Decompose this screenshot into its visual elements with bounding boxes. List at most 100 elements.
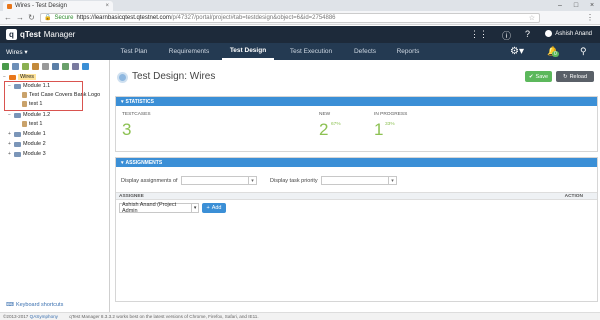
folder-icon: [14, 141, 21, 147]
minimize-icon[interactable]: –: [552, 0, 568, 11]
tab-title: Wires - Test Design: [15, 3, 67, 9]
back-icon[interactable]: ←: [4, 13, 12, 22]
tab-close-icon[interactable]: ×: [105, 3, 109, 9]
search-icon[interactable]: ⚲: [580, 46, 587, 57]
add-assignee-button[interactable]: + Add: [202, 203, 226, 213]
tab-test-execution[interactable]: Test Execution: [280, 43, 342, 60]
collapse-icon[interactable]: −: [2, 74, 7, 80]
gear-icon[interactable]: ⚙▾: [510, 46, 524, 57]
lock-icon: 🔒: [44, 15, 52, 21]
folder-icon: [14, 131, 21, 137]
forward-icon[interactable]: →: [16, 13, 24, 22]
testcase-icon: [22, 121, 27, 127]
refresh-icon[interactable]: ↻: [28, 13, 35, 22]
col-assignee: ASSIGNEE: [119, 194, 144, 199]
paste-icon[interactable]: [62, 63, 69, 70]
statistics-header[interactable]: ▾ STATISTICS: [116, 97, 597, 106]
tab-reports[interactable]: Reports: [386, 43, 430, 60]
user-menu[interactable]: Ashish Anand: [545, 30, 592, 37]
notification-count: 0: [552, 51, 559, 57]
tree-root[interactable]: − Wires: [2, 74, 37, 80]
collapse-chevron-icon: ▾: [121, 98, 124, 105]
apps-grid-icon[interactable]: ⋮⋮: [470, 29, 488, 42]
user-name: Ashish Anand: [555, 30, 592, 37]
tree-root-label: Wires: [18, 74, 37, 80]
app-product: Manager: [43, 30, 76, 39]
tab-test-design[interactable]: Test Design: [222, 43, 274, 60]
tree-item-testcase[interactable]: test 1: [22, 121, 42, 127]
test-design-icon: [117, 72, 128, 83]
reload-button[interactable]: ↻ Reload: [556, 71, 594, 82]
copyright: ©2013-2017: [3, 314, 29, 319]
inprogress-count: 1: [374, 120, 384, 139]
tab-requirements[interactable]: Requirements: [160, 43, 218, 60]
display-task-priority-label: Display task priority: [270, 178, 318, 184]
edit-icon[interactable]: [32, 63, 39, 70]
window-close-icon[interactable]: ×: [584, 0, 600, 11]
reload-icon: ↻: [562, 73, 568, 80]
assignments-title: ASSIGNMENTS: [125, 159, 163, 166]
collapse-chevron-icon: ▾: [121, 159, 124, 166]
tree-item-module[interactable]: + Module 2: [7, 141, 46, 147]
project-icon: [9, 74, 16, 80]
new-percent: 67%: [331, 122, 341, 127]
filter-icon[interactable]: [22, 63, 29, 70]
tree-item-label: test 1: [29, 121, 43, 127]
col-action: ACTION: [564, 194, 583, 199]
tree-item-label: Module 3: [23, 151, 46, 157]
display-assignments-label: Display assignments of: [121, 178, 178, 184]
tree-item-module[interactable]: + Module 3: [7, 151, 46, 157]
save-label: Save: [535, 73, 549, 80]
header-icons: ⋮⋮ ⓘ ?: [470, 29, 530, 42]
tab-test-plan[interactable]: Test Plan: [112, 43, 156, 60]
keyboard-shortcuts-link[interactable]: ⌨ Keyboard shortcuts: [6, 302, 63, 308]
statistics-title: STATISTICS: [125, 98, 154, 105]
tree-item-module[interactable]: + Module 1: [7, 131, 46, 137]
info-icon[interactable]: ⓘ: [502, 29, 511, 42]
save-icon: ✔: [528, 73, 534, 80]
chevron-down-icon: ▾: [388, 176, 396, 185]
maximize-icon[interactable]: □: [568, 0, 584, 11]
tree-item-module[interactable]: − Module 1.2: [7, 112, 50, 118]
assignments-panel: ▾ ASSIGNMENTS Display assignments of ▾ D…: [115, 157, 598, 302]
save-button[interactable]: ✔ Save: [525, 71, 552, 82]
secure-label: Secure: [54, 14, 74, 21]
company-link[interactable]: QASymphony: [30, 314, 58, 319]
help-icon[interactable]: ?: [525, 29, 530, 42]
browser-notice: qTest Manager 8.3.3.2 works best on the …: [69, 314, 259, 319]
expand-icon[interactable]: +: [7, 141, 12, 147]
inprogress-label: IN PROGRESS: [374, 112, 408, 117]
display-assignments-select[interactable]: ▾: [181, 176, 257, 185]
footer: ©2013-2017 QASymphony qTest Manager 8.3.…: [0, 312, 600, 320]
expand-icon[interactable]: +: [7, 151, 12, 157]
refresh-tree-icon[interactable]: [82, 63, 89, 70]
new-label: NEW: [319, 112, 331, 117]
avatar: [545, 30, 553, 37]
assignee-select[interactable]: Ashish Anand (Project Admin ▾: [119, 202, 199, 214]
chevron-down-icon: ▾: [191, 204, 198, 212]
new-module-icon[interactable]: [2, 63, 9, 70]
browser-menu-icon[interactable]: ⋮: [586, 13, 594, 22]
url-domain: https://learnbasicqtest.qtestnet.com: [76, 14, 171, 21]
assignments-header[interactable]: ▾ ASSIGNMENTS: [116, 158, 597, 167]
address-bar[interactable]: 🔒 Secure https://learnbasicqtest.qtestne…: [40, 12, 540, 23]
keyboard-shortcuts-label: Keyboard shortcuts: [15, 302, 64, 308]
bookmark-star-icon[interactable]: ☆: [529, 14, 535, 22]
collapse-icon[interactable]: −: [7, 112, 12, 118]
bell-icon[interactable]: 🔔0: [547, 46, 559, 57]
browser-tab[interactable]: Wires - Test Design ×: [3, 1, 113, 11]
up-icon[interactable]: [12, 63, 19, 70]
copy-icon[interactable]: [52, 63, 59, 70]
sort-icon[interactable]: [72, 63, 79, 70]
project-selector[interactable]: Wires ▾: [6, 48, 28, 56]
tab-defects[interactable]: Defects: [344, 43, 386, 60]
expand-icon[interactable]: +: [7, 131, 12, 137]
testcases-count: 3: [122, 120, 132, 139]
app-brand: qTest: [20, 30, 41, 39]
new-count: 2: [319, 120, 329, 139]
display-task-priority-select[interactable]: ▾: [321, 176, 397, 185]
browser-toolbar: ← → ↻ 🔒 Secure https://learnbasicqtest.q…: [0, 11, 600, 25]
assignee-value: Ashish Anand (Project Admin: [122, 202, 177, 214]
qtest-logo-icon: q: [6, 29, 17, 40]
keyboard-icon: ⌨: [6, 302, 14, 308]
